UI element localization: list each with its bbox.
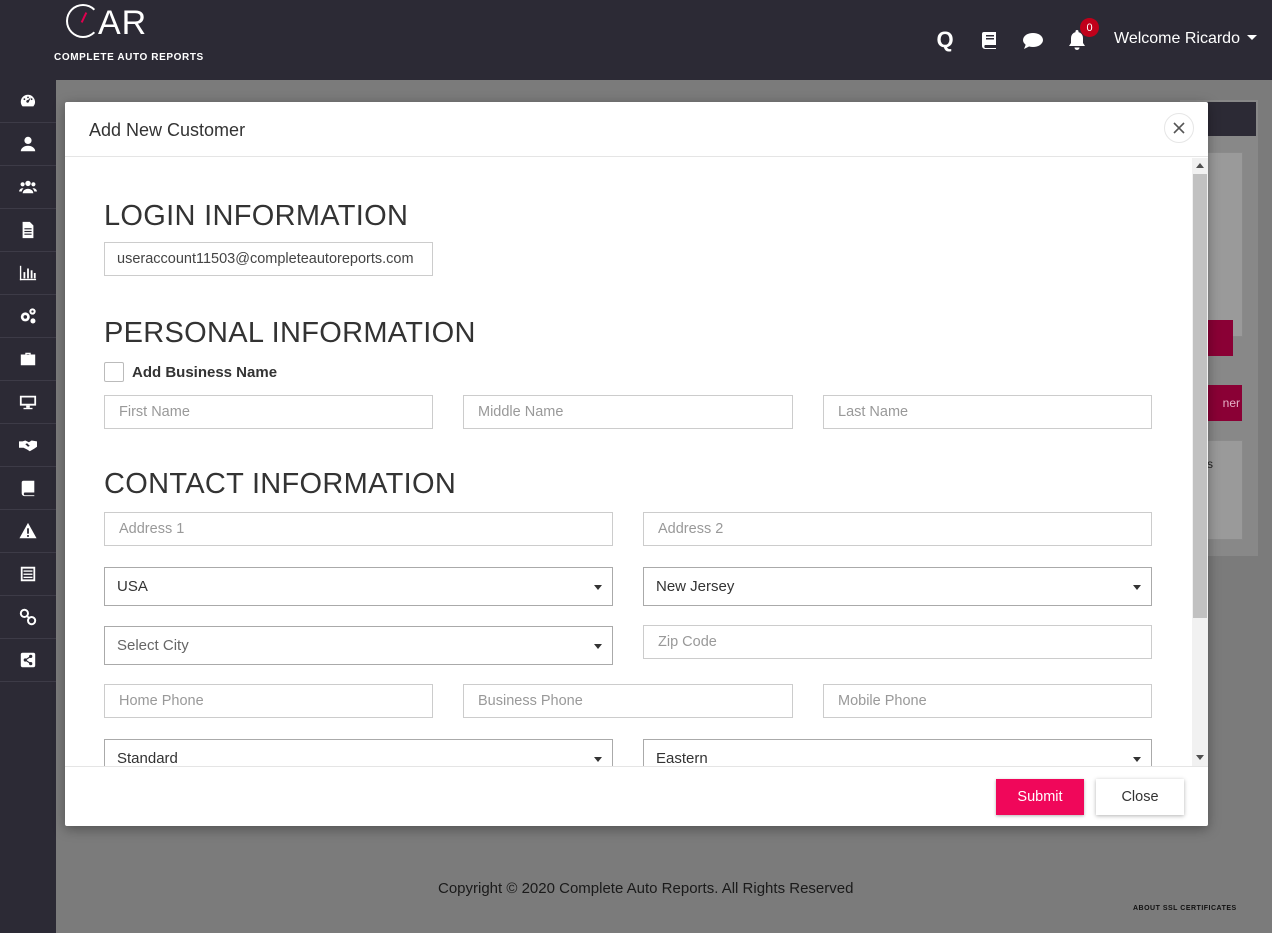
address1-field[interactable] bbox=[104, 512, 613, 546]
warning-icon bbox=[19, 522, 37, 539]
scroll-up-arrow-icon[interactable] bbox=[1195, 160, 1205, 170]
modal-header: Add New Customer bbox=[65, 102, 1208, 157]
personal-section-title: PERSONAL INFORMATION bbox=[104, 317, 476, 349]
country-select[interactable]: USA bbox=[104, 567, 613, 606]
home-phone-field[interactable] bbox=[104, 684, 433, 718]
sidebar-item-documents[interactable] bbox=[0, 209, 56, 252]
sidebar-item-business[interactable] bbox=[0, 338, 56, 381]
dropdown-arrow-icon bbox=[1133, 757, 1141, 762]
close-icon bbox=[1173, 122, 1185, 134]
mobile-phone-field[interactable] bbox=[823, 684, 1152, 718]
state-select[interactable]: New Jersey bbox=[643, 567, 1152, 606]
ssl-certificates-link[interactable]: ABOUT SSL CERTIFICATES bbox=[1133, 905, 1237, 912]
briefcase-icon bbox=[20, 352, 36, 366]
sidebar-item-partners[interactable] bbox=[0, 424, 56, 467]
sidebar-item-dashboard[interactable] bbox=[0, 80, 56, 123]
business-name-label: Add Business Name bbox=[132, 363, 278, 381]
sidebar-item-users[interactable] bbox=[0, 166, 56, 209]
sidebar-item-list[interactable] bbox=[0, 553, 56, 596]
address2-field[interactable] bbox=[643, 512, 1152, 546]
bar-chart-icon bbox=[19, 265, 37, 281]
sidebar-item-alerts[interactable] bbox=[0, 510, 56, 553]
dropdown-arrow-icon bbox=[1133, 585, 1141, 590]
copyright-text: Copyright © 2020 Complete Auto Reports. … bbox=[438, 880, 854, 897]
book-icon[interactable] bbox=[976, 27, 1002, 53]
top-navbar: AR COMPLETE AUTO REPORTS Q 0 Welcome Ric… bbox=[0, 0, 1272, 80]
cogs-icon bbox=[20, 308, 36, 324]
logo-text: COMPLETE AUTO REPORTS bbox=[54, 52, 204, 63]
city-select[interactable]: Select City bbox=[104, 626, 613, 665]
users-icon bbox=[19, 180, 37, 194]
link-icon bbox=[19, 608, 37, 626]
sidebar bbox=[0, 80, 56, 933]
modal-body[interactable]: LOGIN INFORMATION PERSONAL INFORMATION A… bbox=[65, 158, 1208, 766]
modal-footer: Submit Close bbox=[65, 766, 1208, 826]
close-button[interactable]: Close bbox=[1096, 779, 1184, 815]
user-icon bbox=[20, 136, 36, 152]
share-icon bbox=[20, 652, 36, 668]
dashboard-icon bbox=[20, 94, 35, 107]
search-q-icon[interactable]: Q bbox=[932, 27, 958, 53]
username-field[interactable] bbox=[104, 242, 433, 276]
chevron-down-icon bbox=[1246, 35, 1257, 40]
submit-button[interactable]: Submit bbox=[996, 779, 1084, 815]
contact-section-title: CONTACT INFORMATION bbox=[104, 468, 457, 500]
book-icon bbox=[21, 480, 35, 497]
business-phone-field[interactable] bbox=[463, 684, 793, 718]
sidebar-item-reports[interactable] bbox=[0, 252, 56, 295]
sidebar-item-links[interactable] bbox=[0, 596, 56, 639]
chat-icon[interactable] bbox=[1020, 28, 1046, 54]
sidebar-item-user[interactable] bbox=[0, 123, 56, 166]
logo[interactable]: AR COMPLETE AUTO REPORTS bbox=[54, 4, 204, 64]
logo-mark: AR bbox=[66, 4, 147, 43]
zip-code-field[interactable] bbox=[643, 625, 1152, 659]
gauge-icon bbox=[66, 4, 100, 38]
modal-close-button[interactable] bbox=[1164, 113, 1194, 143]
modal-title: Add New Customer bbox=[89, 120, 246, 140]
dropdown-arrow-icon bbox=[594, 757, 602, 762]
modal-scrollbar-thumb[interactable] bbox=[1193, 174, 1207, 618]
monitor-icon bbox=[19, 395, 37, 410]
user-menu[interactable]: Welcome Ricardo bbox=[1114, 30, 1257, 48]
business-name-checkbox[interactable] bbox=[104, 362, 124, 382]
timezone-select[interactable]: Eastern bbox=[643, 739, 1152, 766]
notification-badge: 0 bbox=[1080, 18, 1099, 37]
dropdown-arrow-icon bbox=[594, 644, 602, 649]
first-name-field[interactable] bbox=[104, 395, 433, 429]
dropdown-arrow-icon bbox=[594, 585, 602, 590]
list-icon bbox=[20, 566, 36, 582]
sidebar-item-display[interactable] bbox=[0, 381, 56, 424]
business-name-toggle[interactable]: Add Business Name bbox=[104, 362, 277, 382]
handshake-icon bbox=[19, 440, 37, 452]
scroll-down-arrow-icon[interactable] bbox=[1195, 752, 1205, 762]
document-icon bbox=[22, 221, 34, 239]
time-standard-select[interactable]: Standard bbox=[104, 739, 613, 766]
sidebar-item-settings[interactable] bbox=[0, 295, 56, 338]
add-customer-modal: Add New Customer LOGIN INFORMATION PERSO… bbox=[65, 102, 1208, 826]
last-name-field[interactable] bbox=[823, 395, 1152, 429]
middle-name-field[interactable] bbox=[463, 395, 793, 429]
sidebar-item-guide[interactable] bbox=[0, 467, 56, 510]
sidebar-item-share[interactable] bbox=[0, 639, 56, 682]
login-section-title: LOGIN INFORMATION bbox=[104, 200, 409, 232]
